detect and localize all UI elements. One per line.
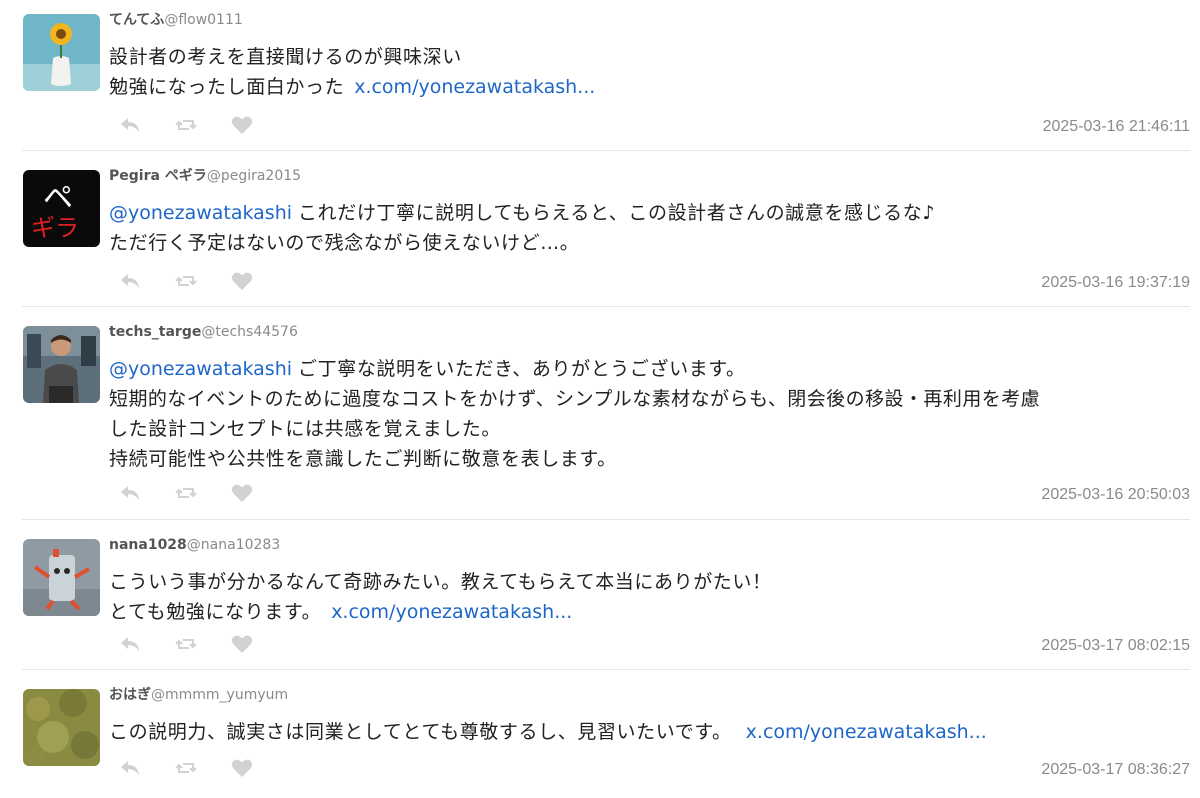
retweet-icon[interactable] xyxy=(175,633,231,655)
user-name[interactable]: Pegira ペギラ xyxy=(109,168,207,184)
tweet-timestamp[interactable]: 2025-03-16 19:37:19 xyxy=(1041,274,1190,292)
tweet-line: ただ行く予定はないので残念ながら使えないけど…。 xyxy=(109,232,580,254)
tweet-text: こういう事が分かるなんて奇跡みたい。教えてもらえて本当にありがたい！ とても勉強… xyxy=(109,567,772,627)
retweet-icon[interactable] xyxy=(175,114,231,136)
tweet-text: @yonezawatakashi ご丁寧な説明をいただき、ありがとうございます。 … xyxy=(109,354,1040,474)
tweet-timestamp[interactable]: 2025-03-17 08:36:27 xyxy=(1041,761,1190,779)
avatar[interactable] xyxy=(23,539,100,616)
tweet-header: techs_targe@techs44576 xyxy=(109,322,298,342)
flower-vase-avatar xyxy=(23,14,100,91)
tweet-line: 設計者の考えを直接聞けるのが興味深い xyxy=(109,46,462,68)
tweet-text: この説明力、誠実さは同業としてとても尊敬するし、見習いたいです。 x.com/yo… xyxy=(109,717,987,747)
tweet-line: この説明力、誠実さは同業としてとても尊敬するし、見習いたいです。 xyxy=(109,721,732,743)
tweet-timestamp[interactable]: 2025-03-16 21:46:11 xyxy=(1043,118,1190,136)
like-icon[interactable] xyxy=(231,633,287,655)
tweet-link[interactable]: x.com/yonezawatakash... xyxy=(746,721,987,743)
tweet-item: nana1028@nana10283 こういう事が分かるなんて奇跡みたい。教えて… xyxy=(0,525,1200,670)
avatar[interactable] xyxy=(23,689,100,766)
mention-link[interactable]: @yonezawatakashi xyxy=(109,202,292,224)
tweet-line: した設計コンセプトには共感を覚えました。 xyxy=(109,418,502,440)
tweet-line: ご丁寧な説明をいただき、ありがとうございます。 xyxy=(298,358,746,380)
tweet-text: 設計者の考えを直接聞けるのが興味深い 勉強になったし面白かった x.com/yon… xyxy=(109,42,595,102)
tweet-line: これだけ丁寧に説明してもらえると、この設計者さんの誠意を感じるな♪ xyxy=(298,202,936,224)
tweet-actions xyxy=(119,757,287,779)
retweet-icon[interactable] xyxy=(175,757,231,779)
avatar[interactable] xyxy=(23,326,100,403)
user-name[interactable]: てんてふ xyxy=(109,12,164,28)
tweet-header: おはぎ@mmmm_yumyum xyxy=(109,685,288,705)
tweet-line: こういう事が分かるなんて奇跡みたい。教えてもらえて本当にありがたい！ xyxy=(109,571,772,593)
robot-figure-avatar xyxy=(23,539,100,616)
tweet-header: てんてふ@flow0111 xyxy=(109,10,243,30)
user-handle[interactable]: @techs44576 xyxy=(201,324,298,340)
reply-icon[interactable] xyxy=(119,633,175,655)
user-handle[interactable]: @nana10283 xyxy=(187,537,280,553)
tweet-timestamp[interactable]: 2025-03-16 20:50:03 xyxy=(1041,486,1190,504)
tweet-header: nana1028@nana10283 xyxy=(109,535,280,555)
reply-icon[interactable] xyxy=(119,114,175,136)
tweet-item: ペ ギラ Pegira ペギラ@pegira2015 @yonezawataka… xyxy=(0,156,1200,307)
tweet-line: とても勉強になります。 xyxy=(109,601,322,623)
user-name[interactable]: nana1028 xyxy=(109,537,187,553)
avatar-text: ギラ xyxy=(31,214,79,242)
grass-photo-avatar xyxy=(23,689,100,766)
tweet-feed: てんてふ@flow0111 設計者の考えを直接聞けるのが興味深い 勉強になったし… xyxy=(0,0,1200,798)
tweet-link[interactable]: x.com/yonezawatakash... xyxy=(331,601,572,623)
user-name[interactable]: techs_targe xyxy=(109,324,201,340)
tweet-timestamp[interactable]: 2025-03-17 08:02:15 xyxy=(1041,637,1190,655)
tweet-text: @yonezawatakashi これだけ丁寧に説明してもらえると、この設計者さん… xyxy=(109,198,935,258)
avatar[interactable]: ペ ギラ xyxy=(23,170,100,247)
tweet-line: 持続可能性や公共性を意識したご判断に敬意を表します。 xyxy=(109,448,617,470)
user-handle[interactable]: @flow0111 xyxy=(164,12,242,28)
like-icon[interactable] xyxy=(231,270,287,292)
divider xyxy=(22,306,1190,307)
tweet-actions xyxy=(119,633,287,655)
retweet-icon[interactable] xyxy=(175,270,231,292)
reply-icon[interactable] xyxy=(119,270,175,292)
person-photo-avatar xyxy=(23,326,100,403)
tweet-actions xyxy=(119,482,287,504)
tweet-line: 勉強になったし面白かった xyxy=(109,76,345,98)
divider xyxy=(22,150,1190,151)
tweet-actions xyxy=(119,270,287,292)
user-handle[interactable]: @mmmm_yumyum xyxy=(151,687,288,703)
avatar[interactable] xyxy=(23,14,100,91)
tweet-actions xyxy=(119,114,287,136)
user-name[interactable]: おはぎ xyxy=(109,687,151,703)
tweet-line: 短期的なイベントのために過度なコストをかけず、シンプルな素材ながらも、閉会後の移… xyxy=(109,388,1041,410)
retweet-icon[interactable] xyxy=(175,482,231,504)
like-icon[interactable] xyxy=(231,114,287,136)
reply-icon[interactable] xyxy=(119,757,175,779)
like-icon[interactable] xyxy=(231,757,287,779)
user-handle[interactable]: @pegira2015 xyxy=(207,168,301,184)
mention-link[interactable]: @yonezawatakashi xyxy=(109,358,292,380)
tweet-item: おはぎ@mmmm_yumyum この説明力、誠実さは同業としてとても尊敬するし、… xyxy=(0,675,1200,798)
like-icon[interactable] xyxy=(231,482,287,504)
divider xyxy=(22,669,1190,670)
tweet-link[interactable]: x.com/yonezawatakash... xyxy=(354,76,595,98)
pegira-text-avatar: ペ ギラ xyxy=(23,170,100,247)
tweet-header: Pegira ペギラ@pegira2015 xyxy=(109,166,301,186)
reply-icon[interactable] xyxy=(119,482,175,504)
tweet-item: techs_targe@techs44576 @yonezawatakashi ご… xyxy=(0,312,1200,520)
avatar-text: ペ xyxy=(43,181,73,216)
divider xyxy=(22,519,1190,520)
tweet-item: てんてふ@flow0111 設計者の考えを直接聞けるのが興味深い 勉強になったし… xyxy=(0,0,1200,151)
